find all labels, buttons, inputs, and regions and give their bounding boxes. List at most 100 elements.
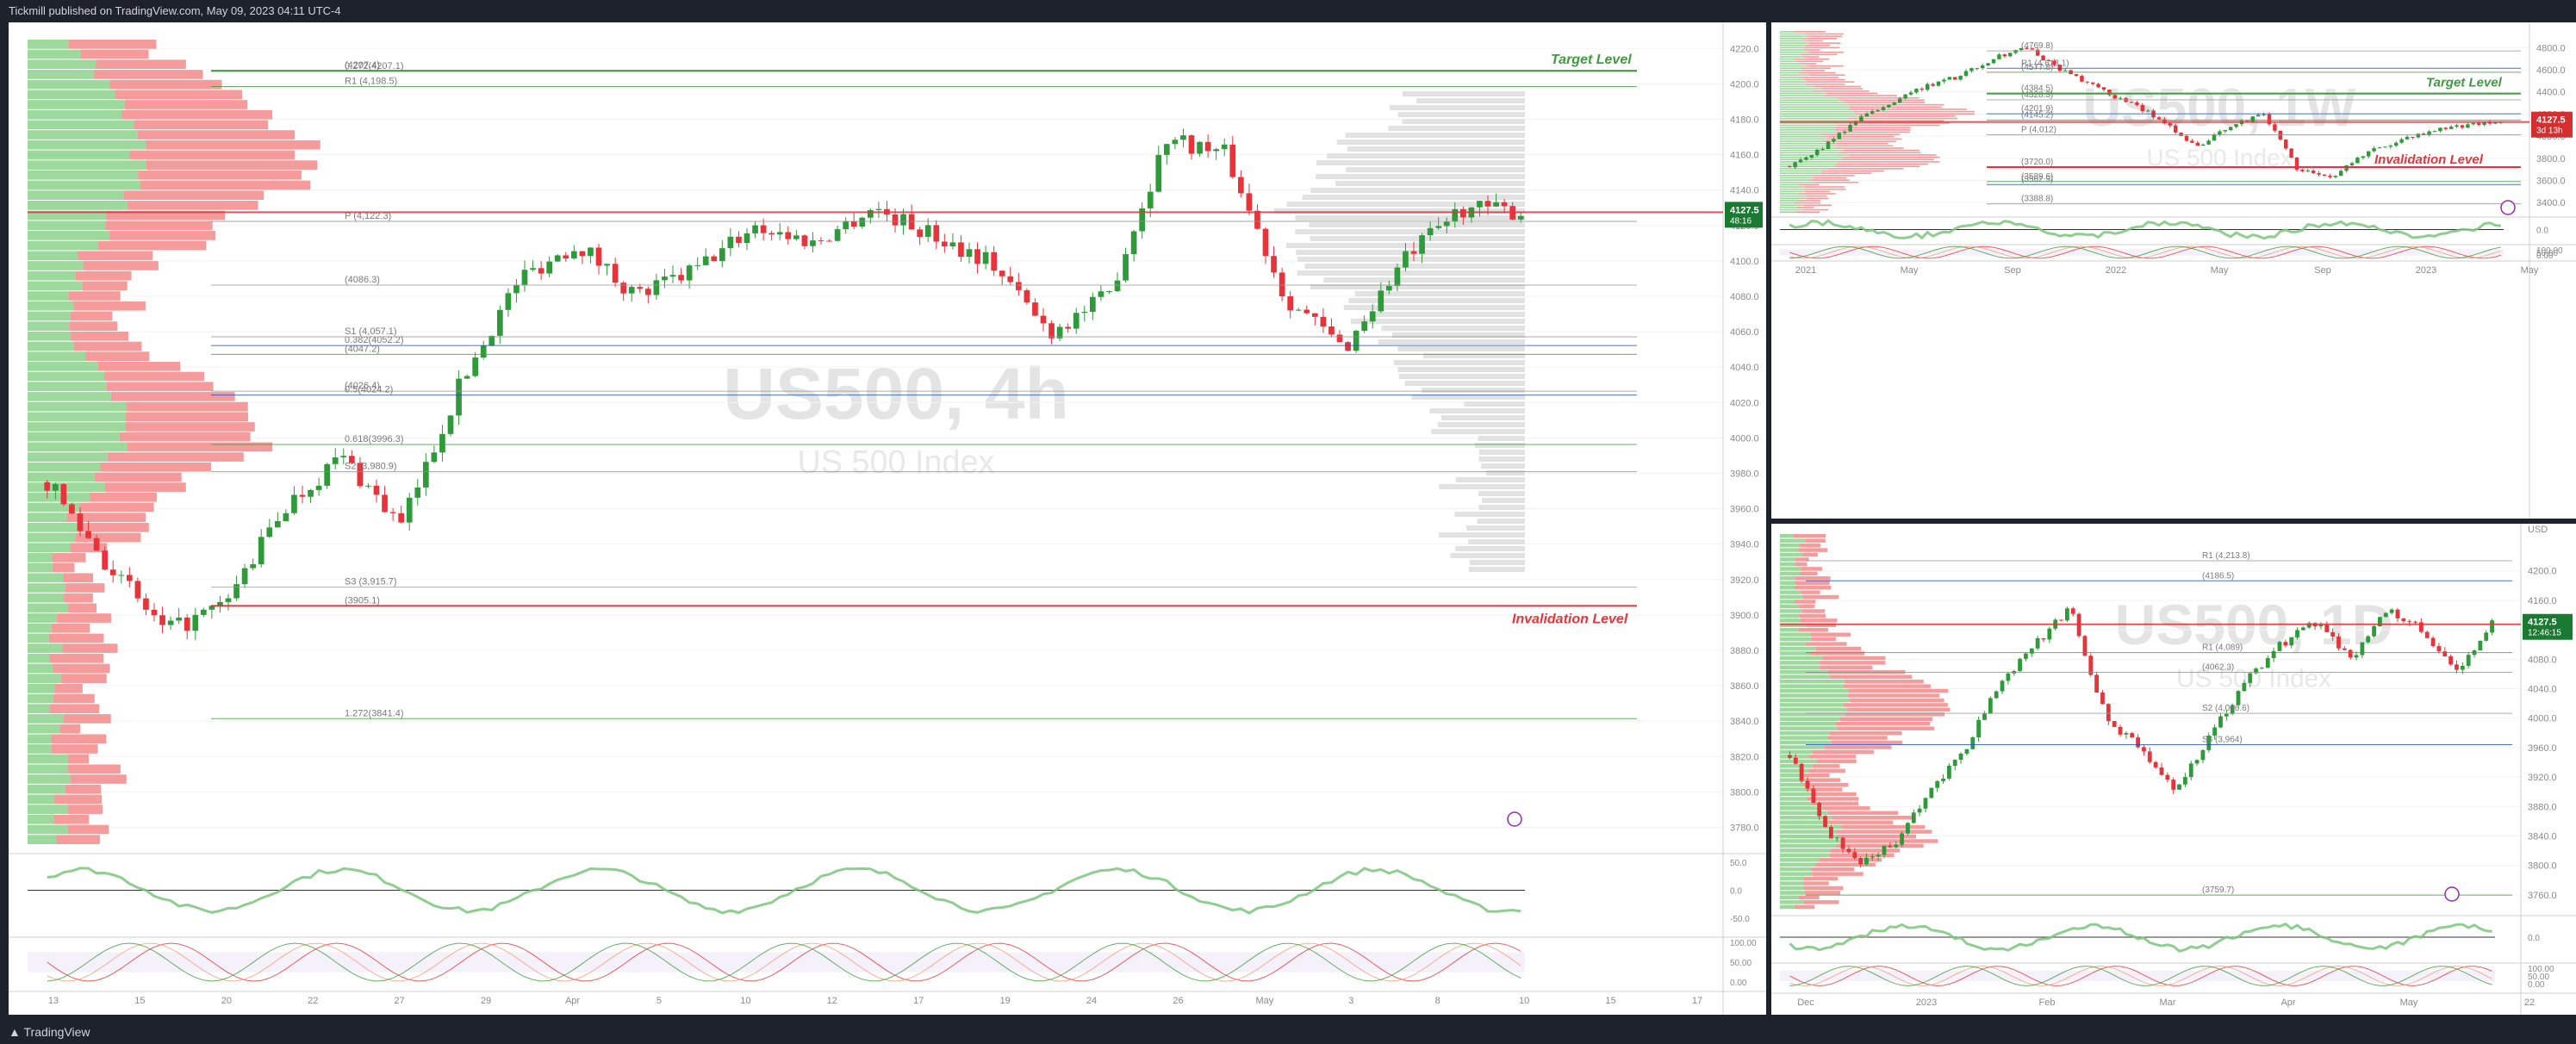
- candle-body: [2090, 82, 2095, 84]
- candle-body: [546, 261, 553, 274]
- session-volume-bar: [1347, 146, 1525, 152]
- candle-body: [1793, 757, 1798, 764]
- candle-body: [2471, 122, 2476, 125]
- volume-profile-bar-up: [1780, 183, 1799, 186]
- candle-body: [126, 575, 133, 581]
- pivot-level-label: (4145.2): [2021, 110, 2053, 120]
- chart-panel-1d[interactable]: US500, 1DUS 500 IndexUSD4200.04160.04120…: [1771, 524, 2576, 1015]
- session-volume-bar: [1439, 484, 1525, 489]
- volume-profile-bar-up: [1780, 168, 1828, 170]
- volume-profile-bar-up: [1780, 152, 1839, 154]
- volume-profile-bar-up: [1780, 77, 1801, 78]
- volume-profile-bar-up: [28, 744, 52, 754]
- candle-body: [1172, 140, 1179, 145]
- candle-body: [2224, 713, 2229, 717]
- volume-profile-bar-down: [1794, 600, 1816, 604]
- candle-body: [505, 293, 512, 310]
- volume-profile-bar-down: [1804, 891, 1841, 895]
- session-volume-bar: [1482, 498, 1525, 503]
- volume-profile-bar-up: [1780, 67, 1801, 70]
- candle-body: [637, 287, 644, 289]
- volume-profile-bar-up: [1780, 106, 1848, 109]
- session-volume-bar: [1350, 319, 1525, 324]
- bar-countdown: 3d 13h: [2536, 127, 2563, 136]
- y-tick-label: 3820.0: [1730, 752, 1759, 762]
- volume-profile-bar-down: [1847, 106, 1942, 109]
- volume-profile-bar-down: [1803, 881, 1829, 886]
- chart-panel-4h[interactable]: US500, 4h US 500 Index 4220.0 4200.0 4180.0 4…: [9, 22, 1766, 1015]
- tradingview-logo[interactable]: ▲ TradingView: [9, 1025, 90, 1039]
- volume-profile-bar-down: [1813, 85, 1861, 88]
- candle-body: [406, 497, 413, 523]
- volume-profile-bar-down: [1795, 202, 1820, 204]
- stochastic-band: [28, 952, 1525, 973]
- invalidation-level-label: Invalidation Level: [2374, 152, 2484, 167]
- candle-body: [2277, 642, 2282, 651]
- stochastic-tick-label: 0.00: [2528, 980, 2545, 990]
- volume-profile-bar-down: [1820, 172, 1872, 174]
- candle-body: [933, 225, 940, 242]
- volume-profile-bar-down: [1847, 693, 1940, 698]
- volume-profile-bar-up: [28, 452, 108, 462]
- volume-profile-bar-up: [1780, 207, 1796, 208]
- candle-body: [612, 264, 619, 283]
- x-tick-label: 2021: [1795, 265, 1816, 276]
- candle-body: [2140, 104, 2145, 111]
- volume-profile-bar-down: [1828, 811, 1899, 815]
- volume-profile-bar-up: [28, 734, 52, 744]
- volume-profile-bar-up: [28, 472, 95, 482]
- candle-body: [1443, 221, 1450, 227]
- volume-profile-bar-up: [28, 442, 128, 452]
- x-tick-label: 22: [2524, 997, 2535, 1008]
- volume-profile-bar-up: [28, 794, 54, 805]
- volume-profile-bar-down: [51, 734, 107, 744]
- x-tick-label: 22: [308, 996, 318, 1006]
- candle-body: [2344, 165, 2349, 171]
- volume-profile-bar-up: [1780, 99, 1840, 102]
- candle-body: [2024, 653, 2028, 659]
- candle-body: [843, 221, 849, 230]
- candle-body: [2212, 134, 2217, 141]
- candle-body: [1882, 845, 1887, 855]
- volume-profile-bar-down: [137, 130, 296, 140]
- volume-profile-bar-up: [1780, 88, 1822, 90]
- pivot-level-label: S2 (3,980.9): [345, 462, 397, 472]
- candle-body: [1840, 837, 1845, 849]
- candle-body: [1106, 290, 1112, 292]
- volume-profile-bar-up: [28, 462, 101, 472]
- candle-body: [2478, 640, 2483, 651]
- volume-profile-bar-down: [78, 523, 149, 532]
- volume-profile-bar-down: [110, 392, 235, 401]
- volume-profile-bar-up: [1780, 613, 1800, 618]
- volume-profile-bar-up: [1780, 576, 1795, 581]
- candle-body: [480, 345, 487, 358]
- candle-body: [200, 609, 207, 615]
- y-tick-label: 3880.0: [2528, 802, 2557, 812]
- volume-profile-bar-down: [1797, 193, 1836, 195]
- candle-body: [389, 512, 396, 513]
- volume-profile-bar-up: [28, 382, 107, 392]
- volume-profile-bar-up: [28, 291, 69, 301]
- candle-body: [2100, 692, 2105, 705]
- session-volume-bar: [1326, 153, 1525, 158]
- x-tick-label: May: [2521, 265, 2539, 276]
- volume-profile-bar-down: [53, 663, 110, 674]
- session-volume-bar: [1297, 257, 1525, 262]
- volume-profile-bar-down: [1812, 792, 1857, 797]
- volume-profile-bar-down: [1826, 142, 1888, 145]
- pivot-level-label: 0.272(4207.1): [345, 61, 404, 71]
- volume-profile-bar-up: [1780, 103, 1850, 106]
- candle-body: [2184, 135, 2189, 141]
- volume-profile-bar-down: [73, 341, 142, 351]
- candle-body: [266, 527, 273, 538]
- volume-profile-bar-up: [1780, 138, 1827, 140]
- candle-body: [2018, 658, 2022, 671]
- volume-profile-bar-down: [1798, 71, 1836, 74]
- x-tick-label: 15: [134, 996, 145, 1006]
- candle-body: [752, 225, 758, 233]
- x-tick-label: Apr: [565, 996, 580, 1006]
- volume-profile-bar-down: [138, 170, 302, 180]
- volume-profile-bar-down: [1798, 548, 1828, 552]
- volume-profile-bar-up: [1780, 109, 1849, 110]
- chart-panel-1w[interactable]: US500, 1WUS 500 Index4800.04600.04400.04…: [1771, 22, 2576, 519]
